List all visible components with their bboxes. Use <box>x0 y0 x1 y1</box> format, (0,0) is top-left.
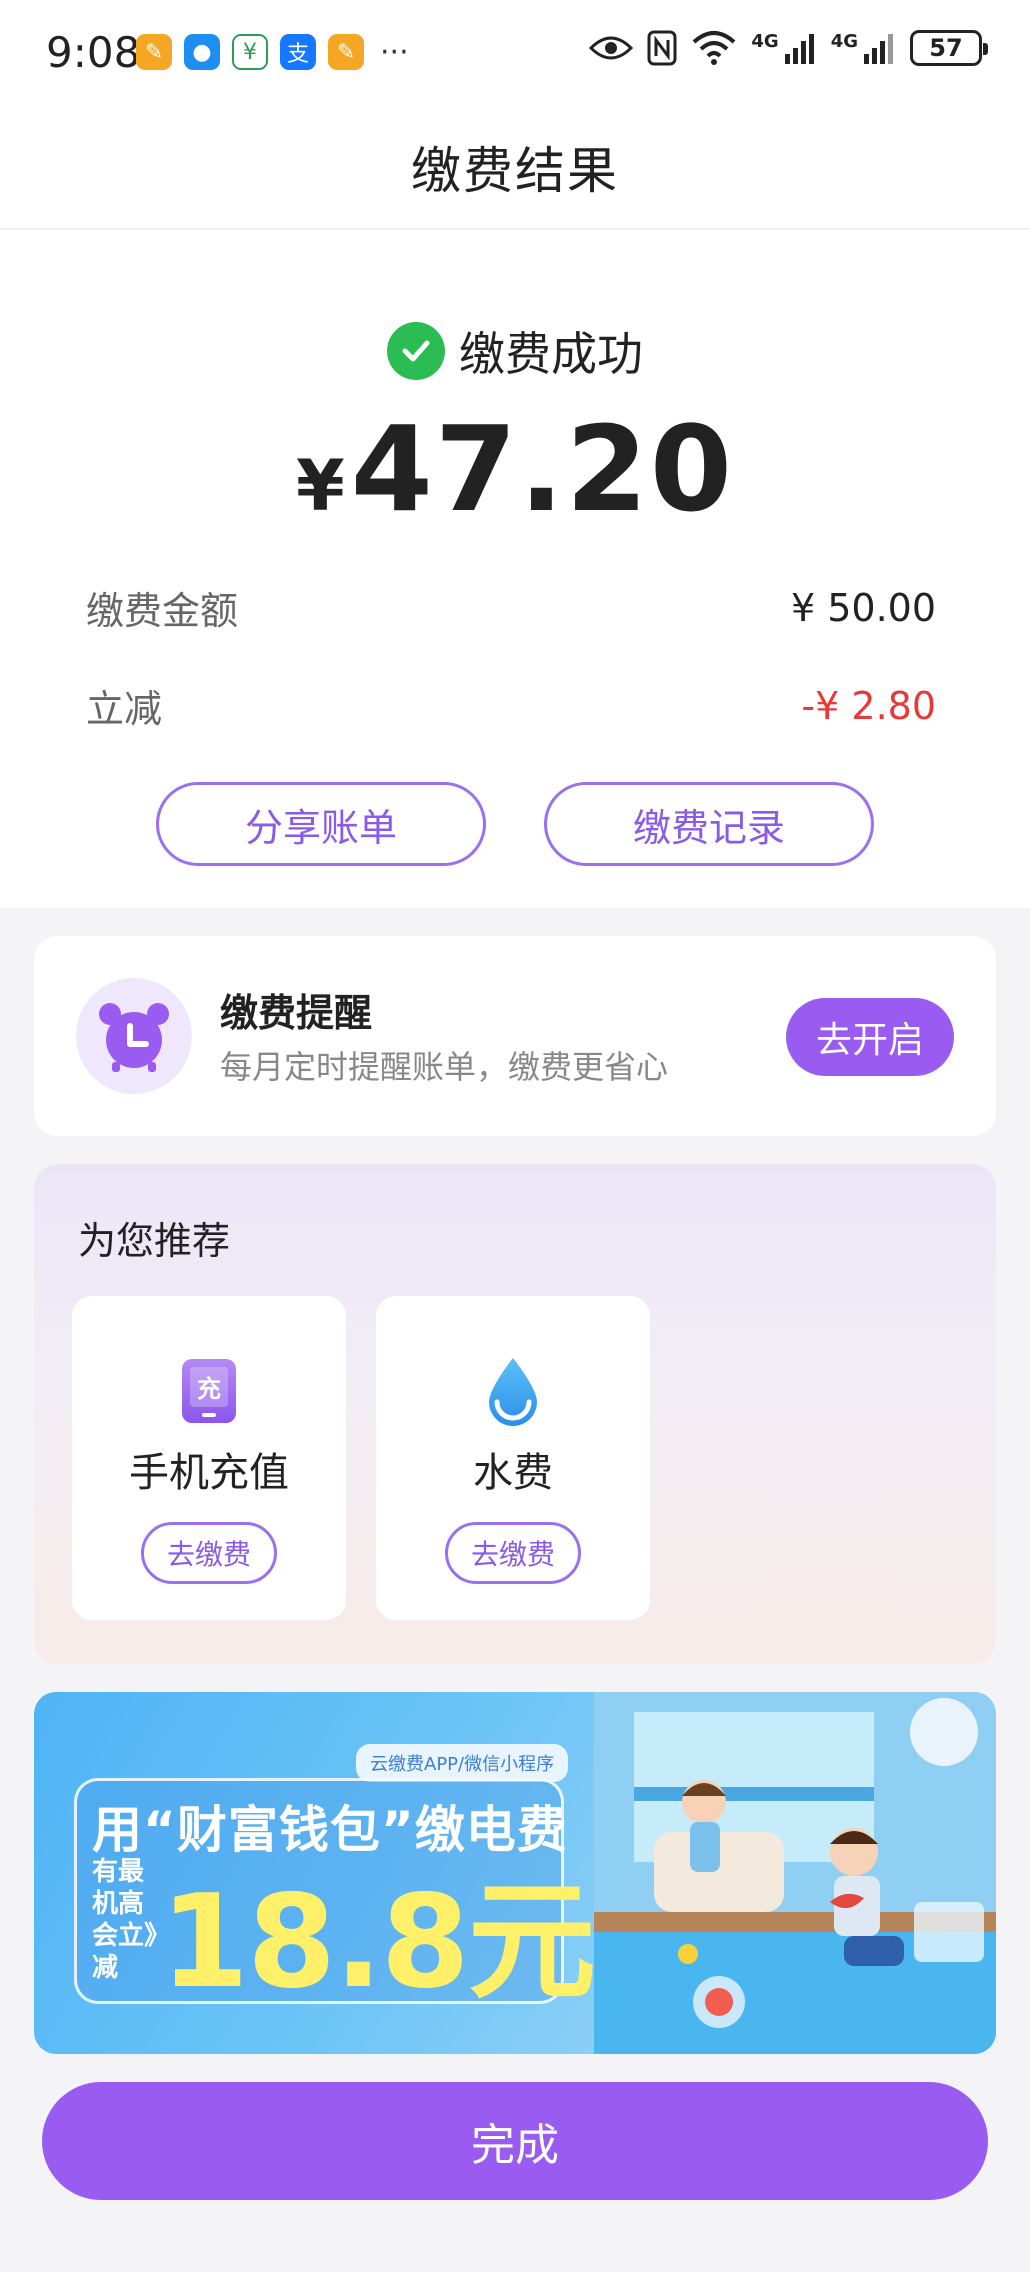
reminder-subtitle: 每月定时提醒账单，缴费更省心 <box>220 1048 669 1086</box>
payment-reminder-card: 缴费提醒 每月定时提醒账单，缴费更省心 去开启 <box>34 936 996 1136</box>
success-text: 缴费成功 <box>459 327 643 381</box>
detail-row-discount: 立减 -¥ 2.80 <box>86 678 936 733</box>
app-leaf-icon: ¥ <box>232 34 268 70</box>
signal-icon-1 <box>784 34 814 64</box>
go-pay-button[interactable]: 去缴费 <box>141 1522 277 1584</box>
recommend-item-label: 手机充值 <box>129 1450 289 1496</box>
detail-row-amount: 缴费金额 ¥ 50.00 <box>86 580 936 635</box>
wifi-icon <box>693 31 736 65</box>
banner-illustration <box>594 1692 996 2054</box>
share-bill-button[interactable]: 分享账单 <box>156 782 486 866</box>
detail-value: ¥ 50.00 <box>790 585 936 630</box>
eye-icon <box>589 36 634 60</box>
promo-banner[interactable]: 云缴费APP/微信小程序 用“财富钱包”缴电费 有最机高会立》减 18.8元 <box>34 1692 996 2054</box>
status-indicators: 4G 4G 57 <box>589 30 988 66</box>
detail-label: 缴费金额 <box>86 589 239 633</box>
check-circle-icon <box>387 322 445 380</box>
reminder-title: 缴费提醒 <box>220 991 373 1035</box>
currency-symbol: ¥ <box>296 445 345 527</box>
go-pay-button[interactable]: 去缴费 <box>445 1522 581 1584</box>
notification-icons: ✎ ● ¥ 支 ✎ ··· <box>136 34 409 70</box>
phone-recharge-icon: 充 <box>179 1356 239 1426</box>
payment-result-section: 缴费成功 ¥ 47.20 缴费金额 ¥ 50.00 立减 -¥ 2.80 分享账… <box>0 230 1030 908</box>
battery-level: 57 <box>929 34 963 62</box>
status-bar: 9:08 ✎ ● ¥ 支 ✎ ··· 4G 4G 57 <box>0 0 1030 105</box>
result-actions: 分享账单 缴费记录 <box>0 782 1030 866</box>
app-notification-icon: ✎ <box>136 34 172 70</box>
amount-value: 47.20 <box>350 400 734 538</box>
page-title: 缴费结果 <box>411 141 619 200</box>
signal-label-2: 4G <box>830 30 858 52</box>
svg-text:充: 充 <box>197 1375 221 1403</box>
status-time: 9:08 <box>46 28 141 77</box>
water-drop-icon <box>483 1356 543 1426</box>
title-bar: 缴费结果 <box>0 105 1030 229</box>
signal-icon-2 <box>864 34 893 64</box>
banner-amount: 18.8元 <box>160 1868 596 2017</box>
done-button[interactable]: 完成 <box>42 2082 988 2200</box>
paid-amount: ¥ 47.20 <box>0 400 1030 538</box>
recommend-item-phone-recharge[interactable]: 充 手机充值 去缴费 <box>72 1296 346 1620</box>
signal-label-1: 4G <box>751 30 779 52</box>
battery-icon: 57 <box>910 30 988 66</box>
banner-tag: 云缴费APP/微信小程序 <box>356 1744 569 1782</box>
success-status: 缴费成功 <box>0 318 1030 384</box>
payment-records-button[interactable]: 缴费记录 <box>544 782 874 866</box>
banner-small-text: 有最机高会立》减 <box>92 1857 158 1983</box>
app-notification-icon-2: ✎ <box>328 34 364 70</box>
alarm-clock-icon <box>76 978 192 1094</box>
recommend-item-water[interactable]: 水费 去缴费 <box>376 1296 650 1620</box>
more-notifications-icon: ··· <box>380 34 409 70</box>
discount-value: -¥ 2.80 <box>801 683 936 728</box>
enable-reminder-button[interactable]: 去开启 <box>786 998 954 1076</box>
alipay-icon: 支 <box>280 34 316 70</box>
nfc-icon <box>647 30 677 66</box>
message-icon: ● <box>184 34 220 70</box>
recommend-title: 为您推荐 <box>78 1219 231 1263</box>
detail-label: 立减 <box>86 687 163 731</box>
recommend-section: 为您推荐 充 手机充值 去缴费 水费 去缴费 <box>34 1164 996 1664</box>
recommend-item-label: 水费 <box>473 1450 553 1496</box>
